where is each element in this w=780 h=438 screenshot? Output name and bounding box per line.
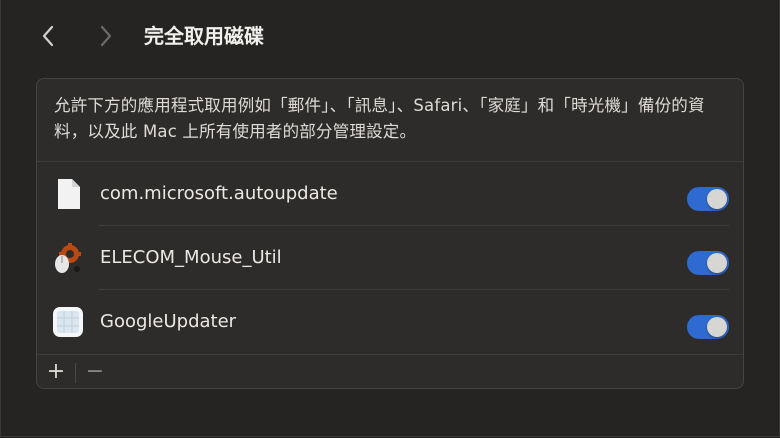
access-toggle-autoupdate[interactable]	[687, 187, 729, 211]
app-name: GoogleUpdater	[100, 311, 237, 332]
toggle-knob	[707, 317, 727, 337]
elecom-mouse-icon	[52, 242, 84, 274]
full-disk-access-panel: 允許下方的應用程式取用例如「郵件」、「訊息」、Safari、「家庭」和「時光機」…	[36, 78, 744, 389]
app-name: ELECOM_Mouse_Util	[100, 247, 282, 268]
document-icon	[52, 178, 84, 210]
toggle-knob	[707, 253, 727, 273]
chevron-right-icon	[100, 25, 112, 47]
app-row-googleupdater[interactable]: GoogleUpdater	[37, 290, 743, 354]
access-toggle-elecom[interactable]	[687, 251, 729, 275]
app-row-elecom[interactable]: ELECOM_Mouse_Util	[37, 226, 743, 290]
remove-app-button[interactable]: −	[80, 359, 110, 385]
toggle-knob	[707, 189, 727, 209]
add-app-button[interactable]: +	[41, 359, 71, 385]
footer-divider	[75, 363, 76, 383]
toolbar: 完全取用磁碟	[0, 0, 780, 72]
back-button[interactable]	[34, 22, 62, 50]
app-name: com.microsoft.autoupdate	[100, 183, 338, 204]
forward-button[interactable]	[92, 22, 120, 50]
google-updater-icon	[52, 306, 84, 338]
chevron-left-icon	[42, 25, 54, 47]
page-title: 完全取用磁碟	[144, 24, 264, 48]
list-footer: + −	[37, 354, 743, 388]
panel-description: 允許下方的應用程式取用例如「郵件」、「訊息」、Safari、「家庭」和「時光機」…	[54, 96, 705, 141]
app-row-autoupdate[interactable]: com.microsoft.autoupdate	[37, 162, 743, 226]
access-toggle-googleupdater[interactable]	[687, 315, 729, 339]
